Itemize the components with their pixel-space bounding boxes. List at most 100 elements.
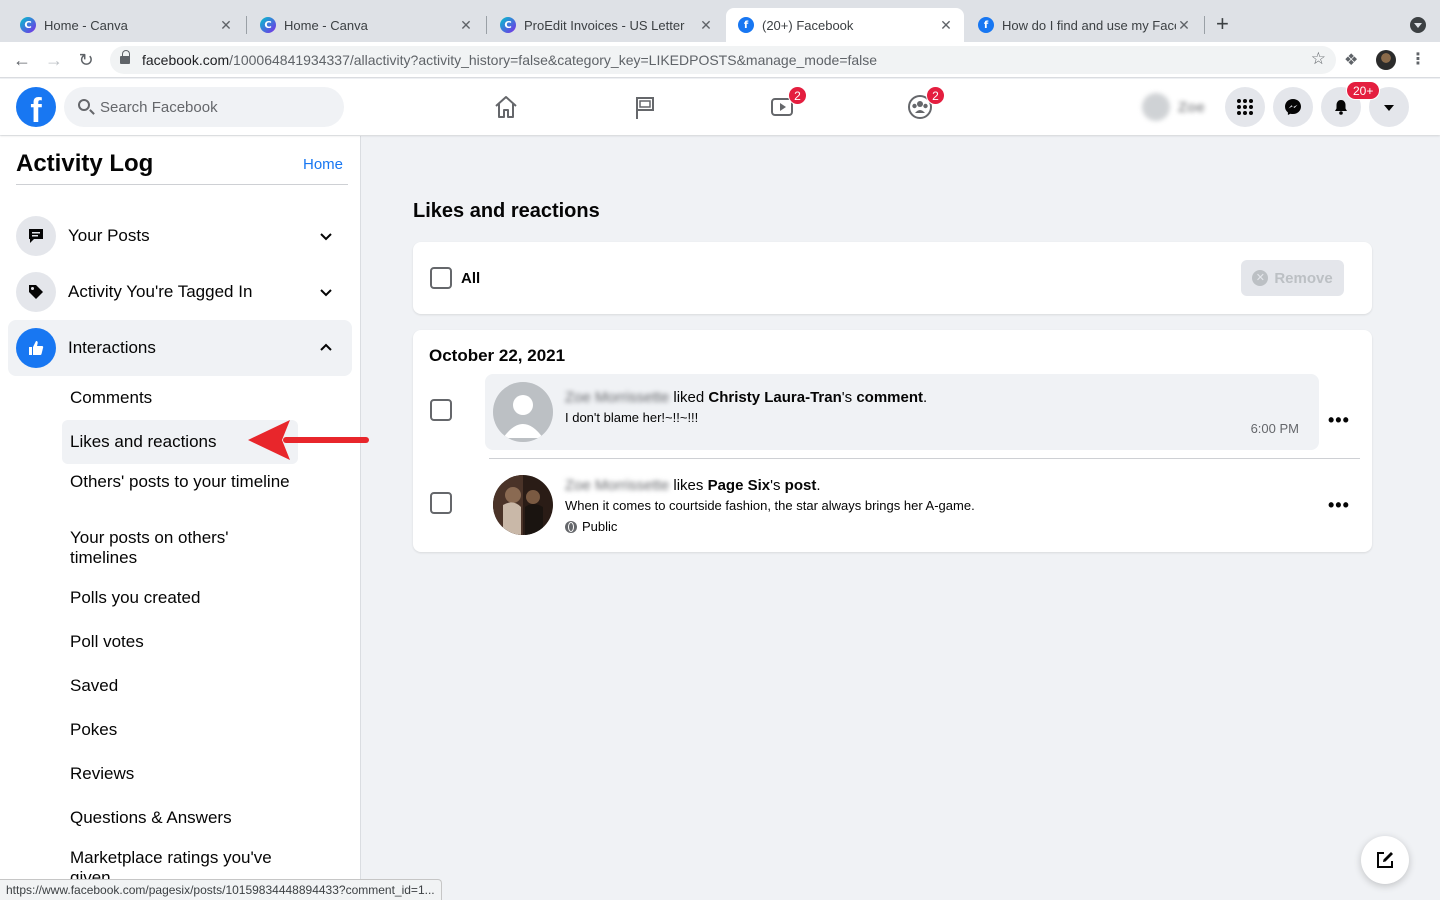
select-all-label: All: [461, 270, 480, 287]
url-host: facebook.com: [142, 52, 229, 68]
canva-icon: C: [260, 17, 276, 33]
browser-menu-icon[interactable]: ⋮: [1410, 49, 1426, 69]
groups-nav-button[interactable]: 2: [864, 79, 976, 135]
date-heading: October 22, 2021: [429, 346, 565, 366]
remove-button[interactable]: ✕ Remove: [1241, 260, 1344, 296]
profile-name: Zoe: [1178, 99, 1205, 116]
close-tab-icon[interactable]: ✕: [938, 17, 954, 34]
target-name[interactable]: Page Six: [708, 477, 771, 494]
sidebar-item-saved[interactable]: Saved: [62, 676, 298, 696]
tag-icon: [26, 282, 46, 302]
flag-icon: [631, 93, 659, 121]
default-avatar-icon: [493, 382, 553, 442]
search-bar[interactable]: [64, 87, 344, 127]
notifications-badge: 20+: [1346, 81, 1380, 100]
entry-end: .: [816, 477, 820, 494]
entry-object[interactable]: comment: [856, 389, 923, 406]
entry-object[interactable]: post: [785, 477, 817, 494]
globe-icon: [565, 521, 577, 533]
menu-button[interactable]: [1225, 87, 1265, 127]
new-message-button[interactable]: [1361, 836, 1409, 884]
browser-tab[interactable]: C Home - Canva ✕: [8, 8, 244, 42]
entry-checkbox[interactable]: [430, 492, 452, 514]
facebook-logo-icon[interactable]: f: [16, 87, 56, 127]
browser-tab[interactable]: C ProEdit Invoices - US Letter ✕: [488, 8, 724, 42]
forward-arrow-icon[interactable]: →: [42, 48, 66, 72]
activity-log-sidebar: Activity Log Home Your Posts Activity Yo…: [0, 136, 361, 900]
privacy-label: Public: [582, 519, 617, 534]
entry-possessive: 's: [770, 477, 780, 494]
pages-nav-button[interactable]: [589, 79, 701, 135]
select-all-checkbox[interactable]: [430, 267, 452, 289]
close-tab-icon[interactable]: ✕: [218, 17, 234, 34]
activity-entry[interactable]: Zoe Morrissette likes Page Six's post. W…: [485, 466, 1319, 546]
extensions-puzzle-icon[interactable]: ❖: [1344, 50, 1358, 70]
sidebar-section-tagged[interactable]: Activity You're Tagged In: [8, 264, 352, 320]
sidebar-section-your-posts[interactable]: Your Posts: [8, 208, 352, 264]
entry-summary: Zoe Morrissette likes Page Six's post.: [565, 477, 821, 494]
sidebar-section-label: Activity You're Tagged In: [68, 282, 316, 302]
tab-title: Home - Canva: [284, 18, 458, 33]
facebook-icon: f: [738, 17, 754, 33]
tab-title: ProEdit Invoices - US Letter: [524, 18, 698, 33]
browser-tab[interactable]: f How do I find and use my Facebo ✕: [966, 8, 1202, 42]
tab-search-icon[interactable]: [1410, 17, 1426, 33]
profile-shortcut[interactable]: Zoe: [1142, 93, 1205, 121]
sidebar-item-questions-answers[interactable]: Questions & Answers: [62, 808, 298, 828]
browser-profile-avatar[interactable]: [1376, 50, 1396, 70]
close-tab-icon[interactable]: ✕: [1176, 17, 1192, 34]
home-nav-button[interactable]: [450, 79, 562, 135]
search-icon: [78, 99, 90, 111]
target-name[interactable]: Christy Laura-Tran: [708, 389, 841, 406]
entry-verb: liked: [673, 389, 704, 406]
close-tab-icon[interactable]: ✕: [458, 17, 474, 34]
watch-badge: 2: [788, 86, 807, 105]
canva-icon: C: [500, 17, 516, 33]
bell-icon: [1331, 97, 1351, 117]
entry-snippet: When it comes to courtside fashion, the …: [565, 498, 975, 513]
tag-icon-wrap: [16, 272, 56, 312]
facebook-header: f 2 2 Zoe: [0, 79, 1440, 135]
entry-end: .: [923, 389, 927, 406]
sidebar-section-interactions[interactable]: Interactions: [8, 320, 352, 376]
avatar: [493, 475, 553, 535]
bookmark-star-icon[interactable]: ☆: [1311, 49, 1326, 69]
section-title: Likes and reactions: [413, 200, 600, 223]
browser-tab[interactable]: C Home - Canva ✕: [248, 8, 484, 42]
messenger-button[interactable]: [1273, 87, 1313, 127]
like-icon-wrap: [16, 328, 56, 368]
sidebar-item-polls-created[interactable]: Polls you created: [62, 588, 298, 608]
home-link[interactable]: Home: [303, 156, 343, 173]
watch-nav-button[interactable]: 2: [726, 79, 838, 135]
bulk-actions-card: All ✕ Remove: [413, 242, 1372, 314]
actor-name: Zoe Morrissette: [565, 389, 669, 406]
sidebar-item-others-posts[interactable]: Others' posts to your timeline: [62, 472, 298, 492]
page-title: Activity Log: [16, 150, 153, 178]
groups-badge: 2: [926, 86, 945, 105]
back-arrow-icon[interactable]: ←: [10, 48, 34, 72]
url-path: /100064841934337/allactivity?activity_hi…: [229, 52, 877, 68]
browser-tab-strip: C Home - Canva ✕ C Home - Canva ✕ C ProE…: [0, 0, 1440, 42]
avatar: [493, 382, 553, 442]
new-tab-button[interactable]: +: [1216, 12, 1229, 36]
sidebar-item-reviews[interactable]: Reviews: [62, 764, 298, 784]
sidebar-item-your-posts-on-others[interactable]: Your posts on others' timelines: [62, 528, 298, 568]
sidebar-item-poll-votes[interactable]: Poll votes: [62, 632, 298, 652]
avatar: [1142, 93, 1170, 121]
more-options-icon[interactable]: •••: [1328, 410, 1350, 431]
search-input[interactable]: [100, 87, 336, 127]
browser-tab-active[interactable]: f (20+) Facebook ✕: [726, 8, 964, 42]
url-field[interactable]: facebook.com/100064841934337/allactivity…: [110, 46, 1336, 74]
sidebar-item-comments[interactable]: Comments: [62, 388, 298, 408]
reload-icon[interactable]: ↻: [74, 48, 98, 72]
close-tab-icon[interactable]: ✕: [698, 17, 714, 34]
tab-separator: [1204, 16, 1205, 34]
more-options-icon[interactable]: •••: [1328, 495, 1350, 516]
speech-bubble-icon: [26, 226, 46, 246]
sidebar-item-pokes[interactable]: Pokes: [62, 720, 298, 740]
entry-checkbox[interactable]: [430, 399, 452, 421]
url-text[interactable]: facebook.com/100064841934337/allactivity…: [142, 52, 877, 68]
thumbs-up-icon: [26, 338, 46, 358]
activity-entry[interactable]: Zoe Morrissette liked Christy Laura-Tran…: [485, 374, 1319, 450]
actor-name: Zoe Morrissette: [565, 477, 669, 494]
